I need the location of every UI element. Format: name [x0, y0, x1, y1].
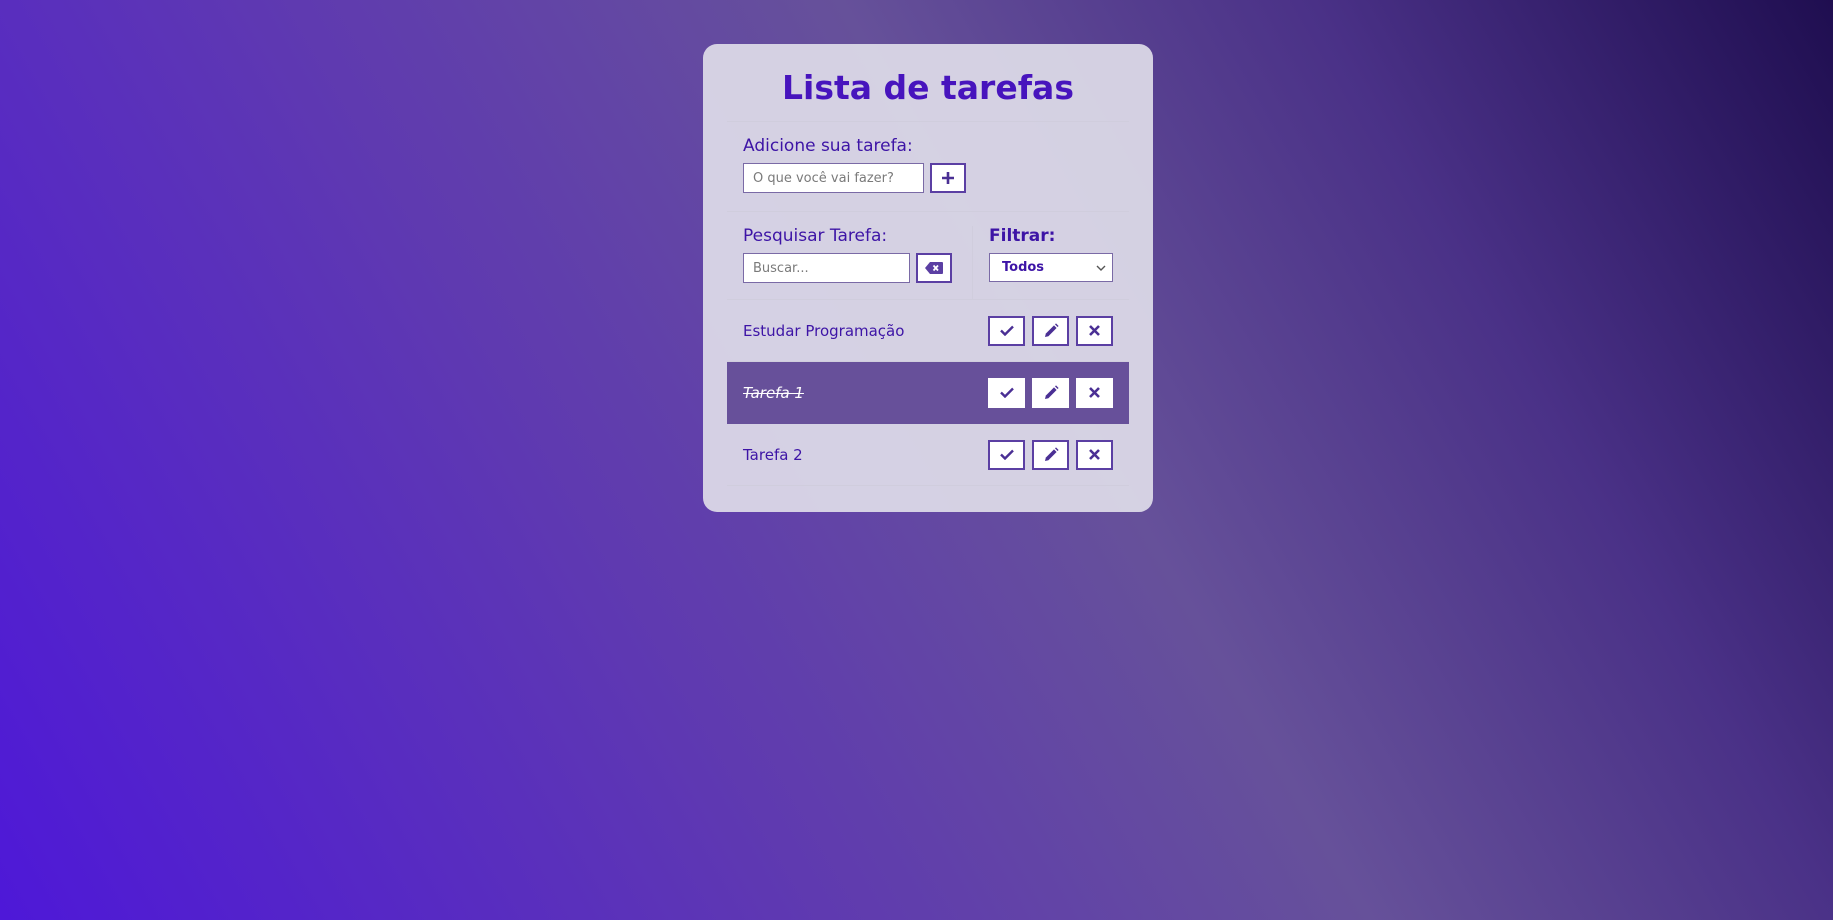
- task-actions: [988, 315, 1113, 346]
- filter-selected-value: Todos: [1002, 260, 1045, 275]
- task-title: Estudar Programação: [743, 321, 905, 340]
- check-icon: [999, 387, 1014, 398]
- add-task-form: Adicione sua tarefa:: [727, 122, 1129, 212]
- task-item: Estudar Programação: [727, 300, 1129, 362]
- filter-label: Filtrar:: [989, 226, 1056, 246]
- edit-task-button[interactable]: [1032, 377, 1069, 408]
- task-input[interactable]: [743, 163, 924, 193]
- pencil-icon: [1044, 446, 1059, 461]
- pencil-icon: [1044, 384, 1059, 399]
- backspace-icon: [925, 262, 943, 274]
- filter-group: Filtrar: Todos: [973, 226, 1113, 299]
- search-input[interactable]: [743, 253, 910, 283]
- complete-task-button[interactable]: [988, 315, 1025, 346]
- todo-card: Lista de tarefas Adicione sua tarefa: Pe…: [703, 44, 1153, 512]
- task-item-done: Tarefa 1: [727, 362, 1129, 424]
- filter-select[interactable]: Todos: [989, 253, 1113, 282]
- search-group: Pesquisar Tarefa:: [743, 226, 973, 299]
- clear-search-button[interactable]: [916, 253, 952, 283]
- pencil-icon: [1044, 322, 1059, 337]
- task-title: Tarefa 1: [743, 383, 804, 402]
- search-filter-bar: Pesquisar Tarefa: Filtrar: Todos: [727, 212, 1129, 300]
- complete-task-button[interactable]: [988, 439, 1025, 470]
- task-actions: [988, 377, 1113, 408]
- page-title: Lista de tarefas: [727, 44, 1129, 122]
- add-task-button[interactable]: [930, 163, 966, 193]
- task-actions: [988, 439, 1113, 470]
- close-icon: [1089, 387, 1100, 398]
- delete-task-button[interactable]: [1076, 377, 1113, 408]
- chevron-down-icon: [1096, 265, 1106, 271]
- add-task-label: Adicione sua tarefa:: [743, 136, 913, 156]
- edit-task-button[interactable]: [1032, 439, 1069, 470]
- task-list: Estudar Programação Tarefa 1 Tarefa 2: [727, 300, 1129, 486]
- task-title: Tarefa 2: [743, 445, 803, 464]
- task-item: Tarefa 2: [727, 424, 1129, 486]
- delete-task-button[interactable]: [1076, 315, 1113, 346]
- plus-icon: [942, 172, 954, 184]
- close-icon: [1089, 325, 1100, 336]
- edit-task-button[interactable]: [1032, 315, 1069, 346]
- check-icon: [999, 449, 1014, 460]
- complete-task-button[interactable]: [988, 377, 1025, 408]
- close-icon: [1089, 449, 1100, 460]
- delete-task-button[interactable]: [1076, 439, 1113, 470]
- check-icon: [999, 325, 1014, 336]
- search-label: Pesquisar Tarefa:: [743, 226, 888, 246]
